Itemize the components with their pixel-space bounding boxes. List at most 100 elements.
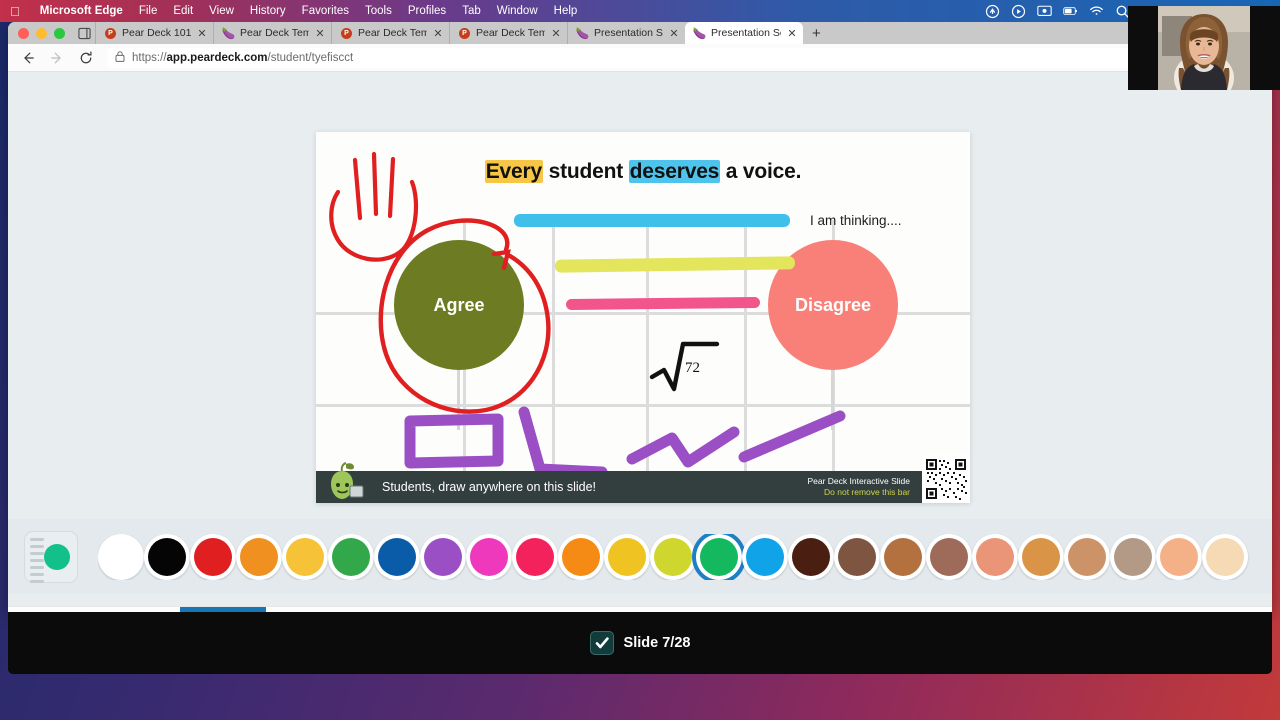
color-swatch-chestnut[interactable] [926,533,972,580]
peardeck-student-page: Every student deserves a voice. I am thi… [8,72,1272,612]
interactive-slide-canvas[interactable]: Every student deserves a voice. I am thi… [316,132,970,503]
minimize-window-button[interactable] [36,27,47,39]
color-swatch-gold[interactable] [604,533,650,580]
airdrop-icon[interactable] [985,4,1000,18]
browser-tab-4[interactable]: P Pear Deck Templates - Beginn ✕ [449,22,567,44]
swatch-fill [700,537,738,576]
pear-deck-icon: 🍆 [692,27,707,40]
color-swatch-sky[interactable] [742,533,788,580]
presenter-webcam[interactable] [1128,6,1280,90]
color-swatch-peach[interactable] [1156,533,1202,580]
display-icon[interactable] [1037,4,1052,18]
pear-deck-icon: 🍆 [575,27,590,40]
wifi-icon[interactable] [1089,4,1104,18]
back-arrow-icon[interactable] [16,46,40,70]
swatch-fill [332,537,370,576]
color-swatch-orange[interactable] [236,533,282,580]
color-swatch-amber[interactable] [282,533,328,580]
color-swatch-cream[interactable] [1202,533,1248,580]
menu-item-window[interactable]: Window [489,5,546,17]
menu-item-view[interactable]: View [201,5,242,17]
swatch-fill [1114,537,1152,576]
color-swatch-tan[interactable] [1064,533,1110,580]
tab-list-button[interactable] [73,22,95,44]
tab-title: Presentation Session [594,27,663,39]
color-swatch-copper[interactable] [880,533,926,580]
pear-deck-icon: 🍆 [221,27,236,40]
close-icon[interactable]: ✕ [197,27,207,40]
maximize-window-button[interactable] [54,27,65,39]
blue-highlight-stroke [514,214,790,227]
menu-app-name[interactable]: Microsoft Edge [32,5,131,17]
menu-item-history[interactable]: History [242,5,294,17]
close-icon[interactable]: ✕ [433,27,443,40]
browser-tab-6-active[interactable]: 🍆 Presentation Session Student ✕ [685,22,803,44]
color-swatch-red[interactable] [190,533,236,580]
peardeck-footer-bar: Students, draw anywhere on this slide! P… [316,455,970,503]
color-swatch-crimson[interactable] [512,533,558,580]
color-swatch-black[interactable] [144,533,190,580]
tab-title: Pear Deck Templates - Social [358,27,427,39]
color-palette-bar [8,519,1272,594]
menu-item-file[interactable]: File [131,5,166,17]
color-swatch-green[interactable] [328,533,374,580]
address-bar[interactable]: https://app.peardeck.com/student/tyefisc… [107,47,1264,68]
swatch-fill [516,537,554,576]
forward-arrow-icon[interactable] [45,46,69,70]
swatchbook-current-color [44,543,70,570]
title-word-student: student [542,160,629,183]
swatch-fill [286,537,324,576]
menu-item-help[interactable]: Help [546,5,586,17]
color-swatch-dark-brown[interactable] [788,533,834,580]
reload-icon[interactable] [74,46,98,70]
peardeck-branding: Pear Deck Interactive Slide Do not remov… [807,476,910,497]
menu-item-favorites[interactable]: Favorites [294,5,357,17]
swatch-fill [1160,537,1198,576]
close-icon[interactable]: ✕ [669,27,679,40]
swatch-fill [102,537,140,576]
close-icon[interactable]: ✕ [551,27,561,40]
menu-item-profiles[interactable]: Profiles [400,5,454,17]
color-swatch-lime[interactable] [650,533,696,580]
close-window-button[interactable] [18,27,29,39]
close-icon[interactable]: ✕ [315,27,325,40]
color-swatch-taupe[interactable] [1110,533,1156,580]
color-swatch-magenta[interactable] [466,533,512,580]
swatch-fill [1022,537,1060,576]
new-tab-button[interactable]: + [803,24,830,44]
color-swatch-blue[interactable] [374,533,420,580]
battery-icon[interactable] [1063,4,1078,18]
purple-l-doodle [518,406,608,478]
purple-slash-doodle [738,410,846,463]
pear-mascot-icon [320,459,366,503]
color-swatch-purple[interactable] [420,533,466,580]
color-swatch-caramel[interactable] [1018,533,1064,580]
color-swatch-tangerine[interactable] [558,533,604,580]
color-swatch-brown[interactable] [834,533,880,580]
menu-item-edit[interactable]: Edit [165,5,201,17]
color-swatch-salmon[interactable] [972,533,1018,580]
browser-tab-3[interactable]: P Pear Deck Templates - Social ✕ [331,22,449,44]
close-icon[interactable]: ✕ [787,27,797,40]
window-controls[interactable] [14,22,73,44]
browser-tab-1[interactable]: P Pear Deck 101.pptx ✕ [95,22,213,44]
color-swatch-emerald[interactable] [696,533,742,580]
swatch-fill [838,537,876,576]
color-swatch-white[interactable] [98,533,144,580]
control-center-icon[interactable] [1011,4,1026,18]
menu-item-tab[interactable]: Tab [454,5,489,17]
slide-prompt-text: I am thinking.... [810,213,902,228]
lock-icon [115,50,125,65]
tab-title: Pear Deck Templates — Pear D [240,27,309,39]
color-swatchbook-icon[interactable] [24,530,78,583]
swatch-fill [194,537,232,576]
apple-logo-icon[interactable]:  [10,5,20,18]
menu-item-tools[interactable]: Tools [357,5,400,17]
browser-tab-5[interactable]: 🍆 Presentation Session ✕ [567,22,685,44]
title-word-voice: a voice. [720,160,802,183]
url-path: /student/tyefiscct [267,51,354,64]
checkbox-checked-icon[interactable] [589,631,614,655]
webcam-video-frame [1128,6,1280,90]
powerpoint-icon: P [341,27,352,39]
browser-tab-2[interactable]: 🍆 Pear Deck Templates — Pear D ✕ [213,22,331,44]
